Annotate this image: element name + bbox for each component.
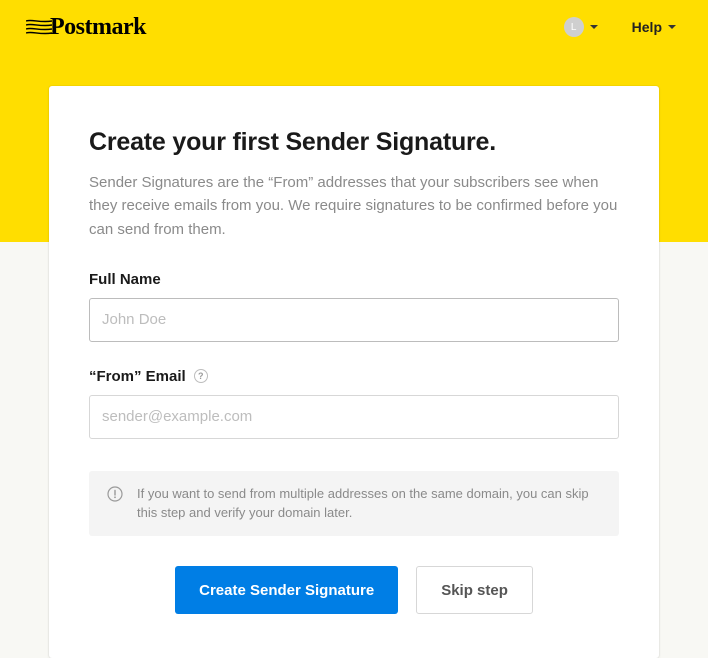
info-banner: If you want to send from multiple addres… xyxy=(89,471,619,537)
create-sender-signature-button[interactable]: Create Sender Signature xyxy=(175,566,398,614)
page-title: Create your first Sender Signature. xyxy=(89,128,619,157)
info-text: If you want to send from multiple addres… xyxy=(137,485,601,523)
chevron-down-icon xyxy=(668,25,676,29)
info-icon xyxy=(107,486,123,502)
avatar-initial: L xyxy=(571,22,577,33)
onboarding-card: Create your first Sender Signature. Send… xyxy=(49,86,659,658)
chevron-down-icon xyxy=(590,25,598,29)
from-email-label: “From” Email ? xyxy=(89,368,619,385)
from-email-label-text: “From” Email xyxy=(89,368,186,385)
actions-row: Create Sender Signature Skip step xyxy=(89,566,619,614)
page-description: Sender Signatures are the “From” address… xyxy=(89,171,619,241)
full-name-label: Full Name xyxy=(89,271,619,288)
help-menu[interactable]: Help xyxy=(626,15,682,39)
from-email-input[interactable] xyxy=(89,395,619,439)
full-name-label-text: Full Name xyxy=(89,271,161,288)
avatar: L xyxy=(564,17,584,37)
help-icon[interactable]: ? xyxy=(194,369,208,383)
brand-logo[interactable]: Postmark xyxy=(26,14,146,41)
postmark-lines-icon xyxy=(26,17,52,37)
brand-name: Postmark xyxy=(50,14,146,41)
help-label: Help xyxy=(632,19,662,35)
header: Postmark L Help xyxy=(0,0,708,54)
skip-step-button[interactable]: Skip step xyxy=(416,566,533,614)
full-name-input[interactable] xyxy=(89,298,619,342)
account-menu[interactable]: L xyxy=(558,13,604,41)
